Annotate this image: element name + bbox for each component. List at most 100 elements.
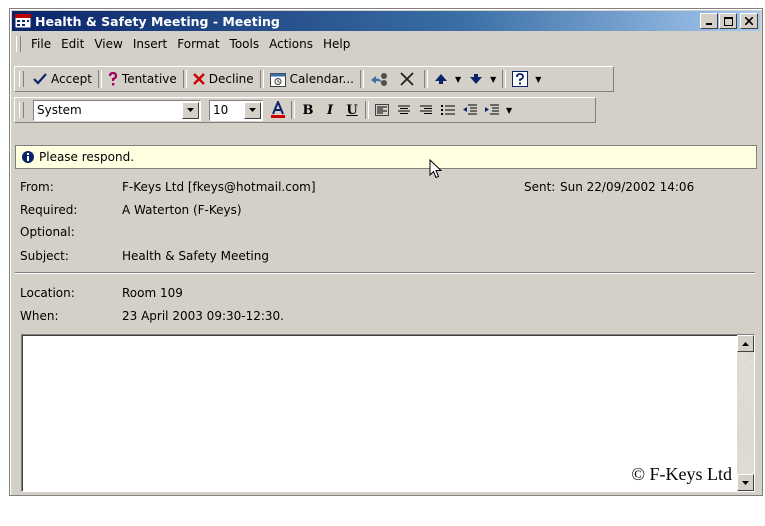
- toolbar-separator: [423, 70, 428, 88]
- italic-button[interactable]: I: [320, 100, 340, 120]
- info-bar: Please respond.: [15, 145, 757, 169]
- reply-button[interactable]: [366, 69, 396, 89]
- font-size-combo[interactable]: 10: [209, 99, 263, 121]
- formatting-toolbar: System 10 B I U ▼: [14, 97, 596, 123]
- menu-tools[interactable]: Tools: [225, 35, 265, 53]
- bullet-list-icon: [441, 105, 455, 115]
- location-value: Room 109: [122, 286, 183, 300]
- accept-button[interactable]: Accept: [29, 69, 96, 89]
- bold-button[interactable]: B: [298, 100, 318, 120]
- font-color-button[interactable]: [268, 100, 288, 120]
- menu-insert[interactable]: Insert: [128, 35, 172, 53]
- align-left-icon: [375, 104, 389, 116]
- location-label: Location:: [20, 286, 75, 300]
- required-label: Required:: [20, 203, 78, 217]
- title-bar[interactable]: Health & Safety Meeting - Meeting: [12, 11, 760, 31]
- calendar-icon: [269, 72, 286, 87]
- chevron-down-icon[interactable]: ▼: [535, 75, 541, 84]
- mouse-pointer-icon: [429, 159, 443, 179]
- font-name-dropdown[interactable]: [182, 101, 199, 119]
- down-arrow-icon: [470, 74, 483, 84]
- accept-label: Accept: [51, 72, 92, 86]
- close-icon: [745, 17, 753, 25]
- menubar-grip[interactable]: [16, 36, 21, 52]
- chevron-down-icon[interactable]: ▼: [490, 75, 496, 84]
- info-icon: [22, 151, 34, 163]
- align-right-button[interactable]: [416, 100, 436, 120]
- previous-item-button[interactable]: ▼: [430, 69, 465, 89]
- maximize-icon: [723, 16, 733, 26]
- decline-button[interactable]: Decline: [189, 69, 258, 89]
- align-left-button[interactable]: [372, 100, 392, 120]
- menu-view[interactable]: View: [89, 35, 127, 53]
- when-value: 23 April 2003 09:30-12:30.: [122, 309, 284, 323]
- minimize-button[interactable]: [700, 13, 718, 29]
- chevron-down-icon: [187, 108, 194, 112]
- scroll-up-button[interactable]: [737, 335, 754, 352]
- optional-label: Optional:: [20, 225, 75, 239]
- toolbar-separator: [182, 70, 187, 88]
- maximize-button[interactable]: [719, 13, 737, 29]
- toolbar-options-chevron-icon[interactable]: ▼: [506, 106, 512, 115]
- toolbar-separator: [502, 70, 507, 88]
- close-button[interactable]: [740, 13, 758, 29]
- decline-label: Decline: [208, 72, 254, 86]
- x-icon: [192, 73, 205, 85]
- caption-buttons: [699, 13, 758, 29]
- help-button[interactable]: ▼: [508, 69, 545, 89]
- delete-button[interactable]: [396, 69, 422, 89]
- decrease-indent-icon: [463, 104, 477, 115]
- delete-icon: [400, 72, 414, 86]
- menu-help[interactable]: Help: [318, 35, 355, 53]
- meeting-window: Health & Safety Meeting - Meeting File E…: [9, 8, 763, 496]
- header-divider: [15, 272, 755, 274]
- toolbar-grip[interactable]: [19, 71, 24, 87]
- underline-button[interactable]: U: [342, 100, 362, 120]
- up-arrow-icon: [434, 74, 447, 84]
- font-size-dropdown[interactable]: [244, 101, 261, 119]
- question-icon: [108, 72, 118, 86]
- window-title: Health & Safety Meeting - Meeting: [35, 13, 280, 29]
- standard-toolbar: Accept Tentative Decline Calendar... ▼ ▼…: [14, 66, 614, 92]
- toolbar-separator: [291, 101, 295, 119]
- toolbar-separator: [365, 101, 369, 119]
- bullets-button[interactable]: [438, 100, 458, 120]
- subject-label: Subject:: [20, 249, 69, 263]
- message-body[interactable]: © F-Keys Ltd: [21, 334, 755, 492]
- toolbar-grip[interactable]: [19, 102, 24, 118]
- decrease-indent-button[interactable]: [460, 100, 480, 120]
- menu-edit[interactable]: Edit: [56, 35, 89, 53]
- info-message: Please respond.: [39, 150, 135, 164]
- font-name-combo[interactable]: System: [33, 99, 201, 121]
- calendar-label: Calendar...: [289, 72, 354, 86]
- menu-actions[interactable]: Actions: [264, 35, 318, 53]
- sent-value: Sun 22/09/2002 14:06: [560, 180, 695, 194]
- subject-value: Health & Safety Meeting: [122, 249, 269, 263]
- menu-format[interactable]: Format: [172, 35, 224, 53]
- from-label: From:: [20, 180, 54, 194]
- tentative-button[interactable]: Tentative: [104, 69, 181, 89]
- minimize-icon: [706, 23, 712, 25]
- checkmark-icon: [33, 73, 47, 85]
- meeting-reply-icon: [370, 73, 387, 86]
- align-center-button[interactable]: [394, 100, 414, 120]
- calendar-button[interactable]: Calendar...: [266, 69, 358, 89]
- required-value[interactable]: A Waterton (F-Keys): [122, 203, 242, 217]
- increase-indent-button[interactable]: [482, 100, 502, 120]
- align-right-icon: [420, 105, 432, 114]
- tentative-label: Tentative: [121, 72, 177, 86]
- meeting-app-icon: [15, 14, 31, 28]
- menu-file[interactable]: File: [26, 35, 56, 53]
- chevron-down-icon: [742, 480, 749, 485]
- scroll-down-button[interactable]: [737, 474, 754, 491]
- vertical-scrollbar[interactable]: [737, 335, 754, 491]
- next-item-button[interactable]: ▼: [465, 69, 500, 89]
- font-size-value: 10: [213, 103, 229, 117]
- toolbar-separator: [97, 70, 102, 88]
- chevron-down-icon[interactable]: ▼: [455, 75, 461, 84]
- toolbar-separator: [359, 70, 364, 88]
- font-name-value: System: [37, 103, 82, 117]
- from-value[interactable]: F-Keys Ltd [fkeys@hotmail.com]: [122, 180, 316, 194]
- toolbar-separator: [259, 70, 264, 88]
- chevron-up-icon: [742, 341, 749, 346]
